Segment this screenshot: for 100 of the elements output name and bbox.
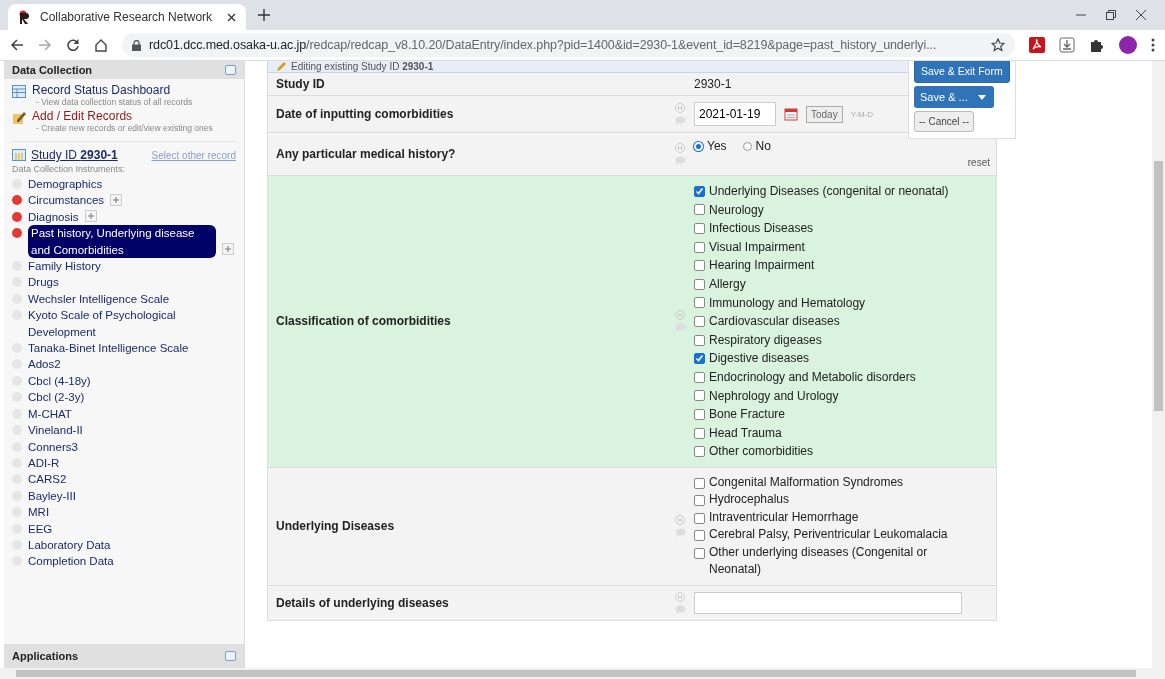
date-field[interactable]: 2021-01-19 bbox=[694, 102, 776, 126]
checkbox-label: Neurology bbox=[709, 201, 764, 219]
address-bar[interactable]: rdc01.dcc.med.osaka-u.ac.jp/redcap/redcap_v8.10.20/DataEntry/index.php?pid=1400&id=2930-1&event_id=8219&page=past_history_underlyi... bbox=[122, 33, 1015, 57]
new-tab-icon[interactable] bbox=[258, 9, 270, 21]
instrument-link[interactable]: EEG bbox=[28, 520, 53, 537]
restore-icon[interactable] bbox=[1105, 9, 1117, 21]
browser-tab[interactable]: Collaborative Research Network bbox=[8, 4, 246, 30]
plus-icon bbox=[87, 213, 94, 220]
instrument-link[interactable]: MRI bbox=[28, 504, 50, 521]
collapse-button[interactable] bbox=[225, 65, 236, 75]
instrument-link[interactable]: Circumstances bbox=[28, 192, 105, 209]
checkbox[interactable] bbox=[694, 241, 705, 253]
instrument-link[interactable]: M-CHAT bbox=[28, 405, 72, 423]
checkbox-label: Intraventricular Hemorrhage bbox=[709, 508, 859, 526]
link-description: - View data collection status of all records bbox=[35, 97, 193, 107]
instrument-link[interactable]: Drugs bbox=[28, 274, 59, 291]
download-extension-icon[interactable] bbox=[1059, 37, 1075, 53]
table-icon bbox=[12, 85, 26, 98]
instrument-link[interactable]: Vineland-II bbox=[28, 422, 83, 439]
instrument-link[interactable]: Demographics bbox=[28, 176, 103, 193]
checkbox[interactable] bbox=[694, 390, 705, 402]
checkbox-label: Cerebral Palsy, Periventricular Leukomalacia bbox=[709, 526, 948, 544]
reload-icon[interactable] bbox=[66, 38, 80, 52]
close-icon[interactable] bbox=[1135, 9, 1147, 21]
save-options-button[interactable]: Save & ... bbox=[914, 86, 994, 108]
close-icon[interactable] bbox=[227, 12, 236, 22]
checkbox[interactable] bbox=[694, 278, 705, 290]
radio-option[interactable]: No bbox=[742, 139, 771, 153]
text-field[interactable] bbox=[694, 591, 962, 614]
add-button[interactable] bbox=[110, 193, 123, 206]
radio-option[interactable]: Yes bbox=[694, 139, 727, 153]
checkbox[interactable] bbox=[694, 530, 705, 542]
instrument-link[interactable]: ADI-R bbox=[28, 454, 60, 472]
instrument-link[interactable]: Diagnosis bbox=[28, 208, 79, 226]
save-exit-button[interactable]: Save & Exit Form bbox=[914, 61, 1010, 83]
field-label: Classification of comorbidities bbox=[275, 313, 452, 331]
checkbox-label: Underlying Diseases (congenital or neonatal) bbox=[709, 183, 949, 200]
checkbox-label: Endocrinology and Metabolic disorders bbox=[709, 368, 916, 386]
checkbox[interactable] bbox=[694, 185, 705, 197]
home-icon[interactable] bbox=[94, 38, 108, 52]
plus-icon bbox=[113, 196, 120, 203]
pdf-extension-icon[interactable] bbox=[1029, 37, 1045, 53]
checkbox[interactable] bbox=[694, 204, 705, 216]
vertical-scrollbar[interactable] bbox=[1152, 61, 1165, 668]
add-button[interactable] bbox=[84, 210, 97, 223]
checkbox[interactable] bbox=[694, 353, 705, 365]
caret-icon[interactable] bbox=[977, 94, 986, 100]
instrument-link[interactable]: Kyoto Scale of Psychological Development bbox=[28, 307, 210, 341]
checkbox[interactable] bbox=[694, 495, 705, 507]
instrument-link[interactable]: Ados2 bbox=[28, 356, 61, 373]
checkbox[interactable] bbox=[694, 334, 705, 346]
checkbox[interactable] bbox=[694, 297, 705, 309]
puzzle-icon[interactable] bbox=[1089, 37, 1105, 53]
checkbox[interactable] bbox=[694, 371, 705, 383]
checkbox[interactable] bbox=[694, 315, 705, 327]
checkbox-label: Cardiovascular diseases bbox=[709, 313, 840, 331]
table-icon bbox=[12, 149, 26, 161]
instrument-link[interactable]: Past history, Underlying disease and Comorbidities bbox=[28, 225, 216, 259]
instrument-link[interactable]: Wechsler Intelligence Scale bbox=[28, 290, 170, 308]
back-icon[interactable] bbox=[10, 38, 24, 52]
collapse-button[interactable] bbox=[225, 651, 236, 661]
field-label: Date of inputting comorbidities bbox=[275, 106, 455, 123]
checkbox[interactable] bbox=[694, 223, 705, 234]
menu-icon[interactable] bbox=[1151, 38, 1155, 52]
today-button[interactable]: Today bbox=[806, 105, 843, 123]
checkbox[interactable] bbox=[694, 408, 705, 420]
field-label: Any particular medical history? bbox=[275, 146, 457, 163]
nav-link[interactable]: Record Status Dashboard bbox=[32, 83, 193, 97]
checkbox-label: Bone Fracture bbox=[709, 406, 786, 424]
instrument-link[interactable]: Completion Data bbox=[28, 553, 114, 570]
horizontal-scrollbar[interactable] bbox=[0, 668, 1165, 679]
checkbox[interactable] bbox=[694, 427, 705, 439]
checkbox-label: Respiratory digeases bbox=[709, 331, 822, 349]
instrument-link[interactable]: Cbcl (4-18y) bbox=[28, 372, 91, 390]
link-description: - Create new records or edit/view existing ones bbox=[35, 123, 213, 133]
star-icon[interactable] bbox=[991, 38, 1005, 52]
checkbox[interactable] bbox=[694, 547, 705, 559]
instrument-link[interactable]: CARS2 bbox=[28, 471, 67, 488]
instrument-link[interactable]: Cbcl (2-3y) bbox=[28, 389, 85, 406]
calendar-icon[interactable] bbox=[784, 107, 798, 121]
reset-link[interactable]: reset bbox=[967, 157, 990, 168]
record-link[interactable]: Study ID 2930-1 bbox=[31, 148, 118, 162]
add-button[interactable] bbox=[222, 243, 234, 256]
instrument-link[interactable]: Family History bbox=[28, 258, 101, 275]
instrument-link[interactable]: Bayley-III bbox=[28, 487, 76, 505]
instrument-link[interactable]: Conners3 bbox=[28, 438, 78, 455]
nav-link[interactable]: Add / Edit Records bbox=[32, 109, 213, 123]
avatar-icon[interactable] bbox=[1119, 36, 1137, 54]
cancel-button[interactable]: -- Cancel -- bbox=[914, 111, 974, 132]
checkbox[interactable] bbox=[694, 477, 705, 489]
checkbox[interactable] bbox=[694, 512, 705, 524]
checkbox-label: Visual Impairment bbox=[709, 238, 805, 256]
checkbox[interactable] bbox=[694, 260, 705, 272]
instrument-link[interactable]: Tanaka-Binet Intelligence Scale bbox=[28, 340, 189, 357]
checkbox[interactable] bbox=[694, 446, 705, 458]
section-header: Data Collection bbox=[4, 61, 244, 79]
checkbox-label: Nephrology and Urology bbox=[709, 387, 839, 405]
instrument-link[interactable]: Laboratory Data bbox=[28, 536, 111, 554]
tab-title: Collaborative Research Network bbox=[40, 10, 214, 24]
forward-icon[interactable] bbox=[38, 38, 52, 52]
